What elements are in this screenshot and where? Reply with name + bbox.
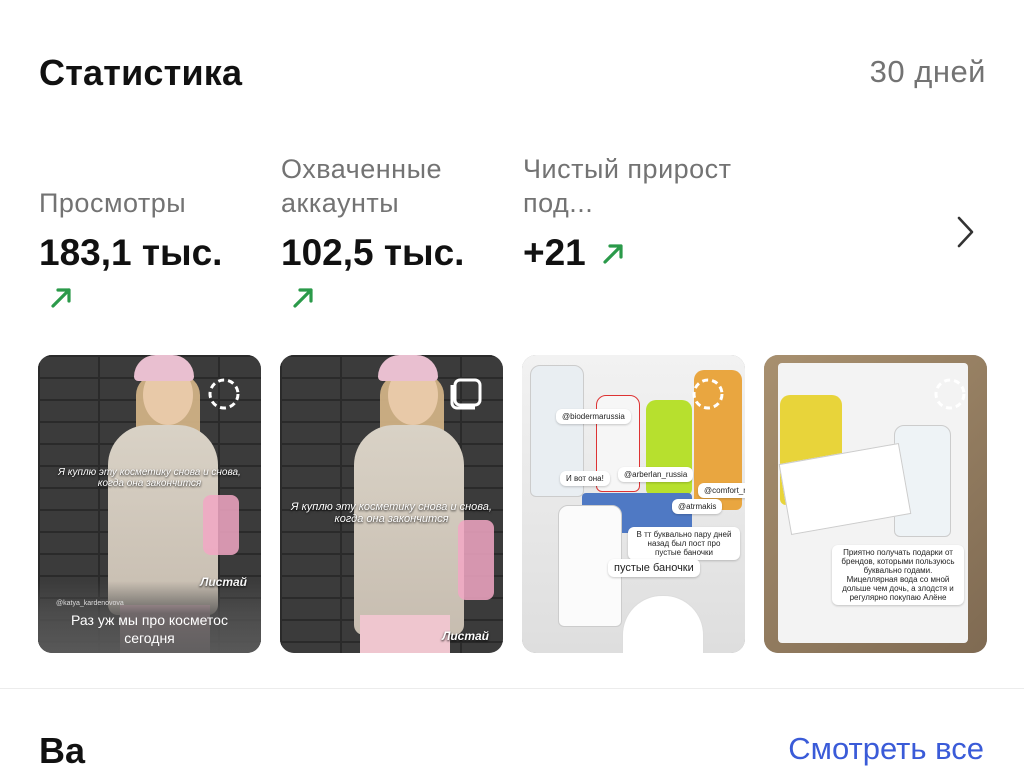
post-overlay-text: Я куплю эту косметику снова и снова, ког…: [58, 467, 241, 489]
post-note: Приятно получать подарки от брендов, кот…: [832, 545, 964, 605]
metric-value: 102,5 тыс.: [281, 232, 465, 273]
chevron-right-icon[interactable]: [950, 212, 980, 252]
post-overlay-text: Я куплю эту косметику снова и снова, ког…: [291, 501, 492, 525]
post-sticker: И вот она!: [560, 471, 610, 486]
post-caption: Раз уж мы про косметос сегодня: [71, 612, 228, 646]
post-sticker: @biodermarussia: [556, 409, 631, 424]
post-sticker: @comfort_russia: [698, 483, 745, 498]
reel-loading-icon: [933, 377, 967, 411]
metric-label: Просмотры: [39, 188, 187, 218]
metric-label: Охваченные аккаунты: [281, 154, 442, 218]
next-section-title: Ва: [39, 730, 86, 771]
post-sticker: @arberlan_russia: [618, 467, 694, 482]
trend-up-icon: [47, 282, 77, 312]
carousel-icon: [449, 377, 483, 411]
trend-up-icon: [599, 238, 629, 268]
section-divider: [0, 688, 1024, 689]
see-all-link[interactable]: Смотреть все: [788, 731, 984, 767]
post-thumbnail[interactable]: Я куплю эту косметику снова и снова, ког…: [280, 355, 503, 653]
post-sticker: @atrmakis: [672, 499, 723, 514]
metric-value: +21: [523, 232, 586, 273]
post-swipe-hint: Листай: [442, 629, 489, 643]
post-handle: @katya_kardenovova: [56, 600, 124, 607]
post-thumbnail[interactable]: @biodermarussia И вот она! @arberlan_rus…: [522, 355, 745, 653]
metric-value: 183,1 тыс.: [39, 232, 223, 273]
reel-loading-icon: [691, 377, 725, 411]
period-selector[interactable]: 30 дней: [870, 54, 986, 90]
post-sticker: пустые баночки: [608, 559, 700, 577]
reel-loading-icon: [207, 377, 241, 411]
trend-up-icon: [289, 282, 319, 312]
metric-label: Чистый прирост под...: [523, 154, 732, 218]
post-thumbnail[interactable]: Приятно получать подарки от брендов, кот…: [764, 355, 987, 653]
post-sticker: В тт буквально пару дней назад был пост …: [628, 527, 740, 560]
section-title: Статистика: [39, 52, 243, 93]
post-thumbnail[interactable]: Я куплю эту косметику снова и снова, ког…: [38, 355, 261, 653]
stats-header: Статистика 30 дней: [39, 52, 986, 100]
